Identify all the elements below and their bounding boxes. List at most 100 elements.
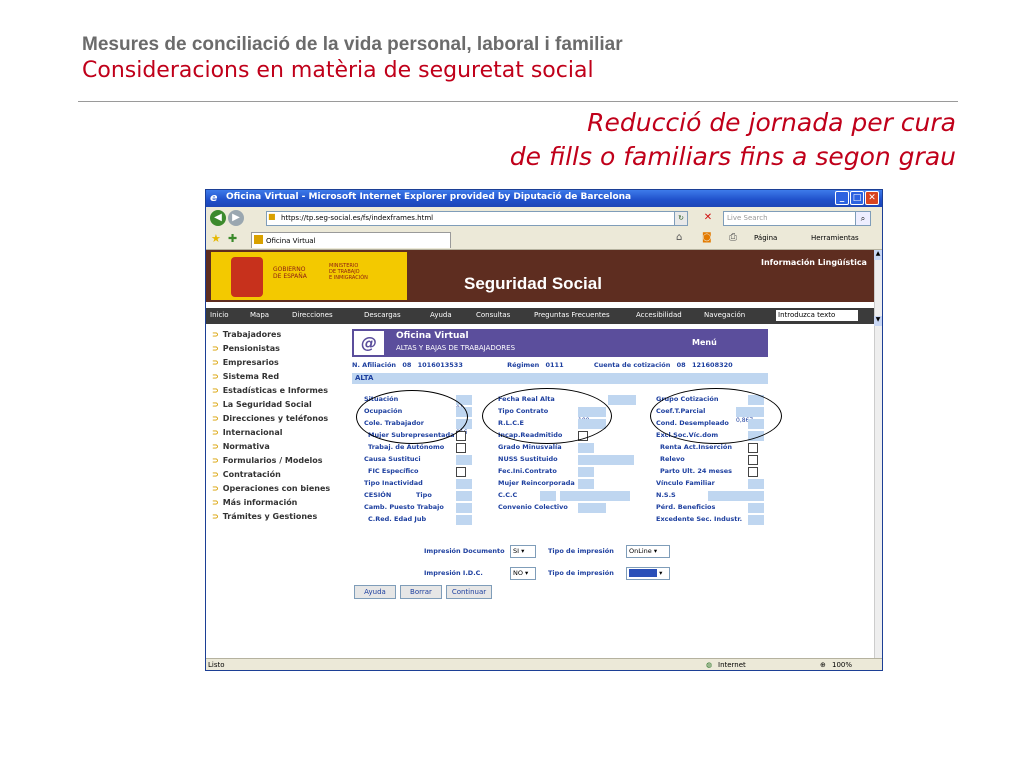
- field-fec-ini-contrato-input[interactable]: [578, 467, 594, 477]
- nav-item[interactable]: ⊃ Estadísticas e Informes: [212, 386, 328, 395]
- slide-subtitle: Reducció de jornada per cura de fills o …: [396, 106, 956, 174]
- nav-item[interactable]: ⊃ La Seguridad Social: [212, 400, 312, 409]
- tipo-impresion2-label: Tipo de impresión: [548, 569, 614, 577]
- field-perd-benef-label: Pérd. Beneficios: [656, 503, 716, 511]
- menu-item-consultas[interactable]: Consultas: [476, 311, 510, 319]
- tools-menu[interactable]: Herramientas: [811, 234, 859, 242]
- field-autonomo-checkbox[interactable]: [456, 443, 466, 453]
- impresion-doc-select[interactable]: SI ▾: [510, 545, 536, 558]
- nav-item[interactable]: ⊃ Normativa: [212, 442, 270, 451]
- field-renta-act-label: Renta Act.Inserción: [660, 443, 732, 451]
- nav-item[interactable]: ⊃ Pensionistas: [212, 344, 280, 353]
- field-camb-puesto-input[interactable]: [456, 503, 472, 513]
- nav-bullet-icon: ⊃: [212, 386, 219, 395]
- favorites-star-icon[interactable]: ★: [211, 232, 221, 245]
- scroll-up-icon[interactable]: ▲: [874, 250, 882, 260]
- home-icon[interactable]: ⌂: [676, 232, 682, 243]
- menu-item-ayuda[interactable]: Ayuda: [430, 311, 452, 319]
- field-autonomo-label: Trabaj. de Autónomo: [368, 443, 445, 451]
- add-favorite-icon[interactable]: ✚: [228, 232, 237, 245]
- field-cred-edad-input[interactable]: [456, 515, 472, 525]
- borrar-button[interactable]: Borrar: [400, 585, 442, 599]
- field-nss-input[interactable]: [708, 491, 764, 501]
- window-title: Oficina Virtual - Microsoft Internet Exp…: [226, 192, 632, 202]
- field-relevo-checkbox[interactable]: [748, 455, 758, 465]
- field-grado-minusvalia-input[interactable]: [578, 443, 594, 453]
- menu-item-preguntas-frecuentes[interactable]: Preguntas Frecuentes: [534, 311, 610, 319]
- menu-link[interactable]: Menú: [692, 338, 717, 347]
- field-mujer-reinc-input[interactable]: [578, 479, 594, 489]
- nav-item[interactable]: ⊃ Sistema Red: [212, 372, 279, 381]
- nav-bullet-icon: ⊃: [212, 442, 219, 451]
- continuar-button[interactable]: Continuar: [446, 585, 492, 599]
- close-button[interactable]: ✕: [865, 191, 879, 205]
- field-parto-checkbox[interactable]: [748, 467, 758, 477]
- tipo-impresion-select[interactable]: OnLine ▾: [626, 545, 670, 558]
- field-ccc-input-1[interactable]: [540, 491, 556, 501]
- field-camb-puesto-label: Camb. Puesto Trabajo: [364, 503, 444, 511]
- field-vinculo-input[interactable]: [748, 479, 764, 489]
- search-input[interactable]: Live Search: [723, 211, 856, 226]
- field-fec-ini-contrato-label: Fec.Ini.Contrato: [498, 467, 557, 475]
- address-input[interactable]: https://tp.seg-social.es/fs/indexframes.…: [266, 211, 687, 226]
- menu-item-inicio[interactable]: Inicio: [210, 311, 229, 319]
- page-menu[interactable]: Página: [754, 234, 777, 242]
- scroll-down-icon[interactable]: ▼: [874, 316, 882, 326]
- nav-item[interactable]: ⊃ Internacional: [212, 428, 282, 437]
- menu-item-direcciones[interactable]: Direcciones: [292, 311, 333, 319]
- info-linguistica-link[interactable]: Información Lingüística: [761, 258, 867, 267]
- field-perd-benef-input[interactable]: [748, 503, 764, 513]
- zoom-level[interactable]: 100%: [832, 661, 852, 669]
- menu-item-mapa[interactable]: Mapa: [250, 311, 269, 319]
- search-icon[interactable]: ⌕: [855, 211, 871, 226]
- print-icon[interactable]: ⎙: [729, 232, 737, 243]
- field-convenio-input[interactable]: [578, 503, 606, 513]
- tipo-impresion2-select[interactable]: ▾: [626, 567, 670, 580]
- minimize-button[interactable]: _: [835, 191, 849, 205]
- impresion-idc-select[interactable]: NO ▾: [510, 567, 536, 580]
- menu-item-navegacion[interactable]: Navegación: [704, 311, 745, 319]
- menu-item-descargas[interactable]: Descargas: [364, 311, 401, 319]
- tab-oficina-virtual[interactable]: Oficina Virtual: [251, 232, 451, 248]
- government-line2: DE ESPAÑA: [273, 273, 307, 280]
- field-fic-checkbox[interactable]: [456, 467, 466, 477]
- ministry-text: MINISTERIO DE TRABAJO E INMIGRACIÓN: [329, 263, 368, 281]
- menu-item-accesibilidad[interactable]: Accesibilidad: [636, 311, 682, 319]
- afiliacion-number: 1016013533: [417, 361, 463, 369]
- field-causa-input[interactable]: [456, 455, 472, 465]
- nav-item[interactable]: ⊃ Empresarios: [212, 358, 279, 367]
- nav-bullet-icon: ⊃: [212, 484, 219, 493]
- nav-item[interactable]: ⊃ Direcciones y teléfonos: [212, 414, 328, 423]
- field-excedente-input[interactable]: [748, 515, 764, 525]
- field-cesion-input[interactable]: [456, 491, 472, 501]
- maximize-button[interactable]: □: [850, 191, 864, 205]
- nav-item[interactable]: ⊃ Trabajadores: [212, 330, 281, 339]
- back-button[interactable]: ◀: [210, 210, 226, 226]
- field-fecha-real-alta-input[interactable]: [608, 395, 636, 405]
- globe-icon: ◍: [706, 661, 713, 669]
- status-bar: Listo ◍ Internet ⊕ 100%: [206, 658, 882, 670]
- nav-item[interactable]: ⊃ Operaciones con bienes: [212, 484, 330, 493]
- nav-item[interactable]: ⊃ Contratación: [212, 470, 281, 479]
- nav-item[interactable]: ⊃ Formularios / Modelos: [212, 456, 323, 465]
- field-renta-act-checkbox[interactable]: [748, 443, 758, 453]
- ccc-label: Cuenta de cotización: [593, 361, 671, 369]
- nav-bullet-icon: ⊃: [212, 470, 219, 479]
- nav-item[interactable]: ⊃ Trámites y Gestiones: [212, 512, 317, 521]
- nav-item[interactable]: ⊃ Más información: [212, 498, 297, 507]
- refresh-icon[interactable]: ↻: [674, 211, 688, 226]
- ministry-line3: E INMIGRACIÓN: [329, 275, 368, 281]
- field-ccc-input-2[interactable]: [560, 491, 630, 501]
- site-search-input[interactable]: Introduzca texto: [776, 310, 858, 321]
- vertical-scrollbar[interactable]: [874, 250, 882, 658]
- feeds-icon[interactable]: ◙: [702, 232, 712, 243]
- field-tipo-inactividad-input[interactable]: [456, 479, 472, 489]
- field-convenio-label: Convenio Colectivo: [498, 503, 568, 511]
- forward-button[interactable]: ▶: [228, 210, 244, 226]
- field-excedente-label: Excedente Sec. Industr.: [656, 515, 743, 523]
- site-menu-bar: Inicio Mapa Direcciones Descargas Ayuda …: [206, 308, 874, 324]
- tab-toolbar: ★ ✚ Oficina Virtual ⌂ ◙ ⎙ Página Herrami…: [206, 229, 882, 250]
- field-nuss-sustituido-input[interactable]: [578, 455, 634, 465]
- stop-icon[interactable]: ✕: [702, 211, 714, 224]
- ayuda-button[interactable]: Ayuda: [354, 585, 396, 599]
